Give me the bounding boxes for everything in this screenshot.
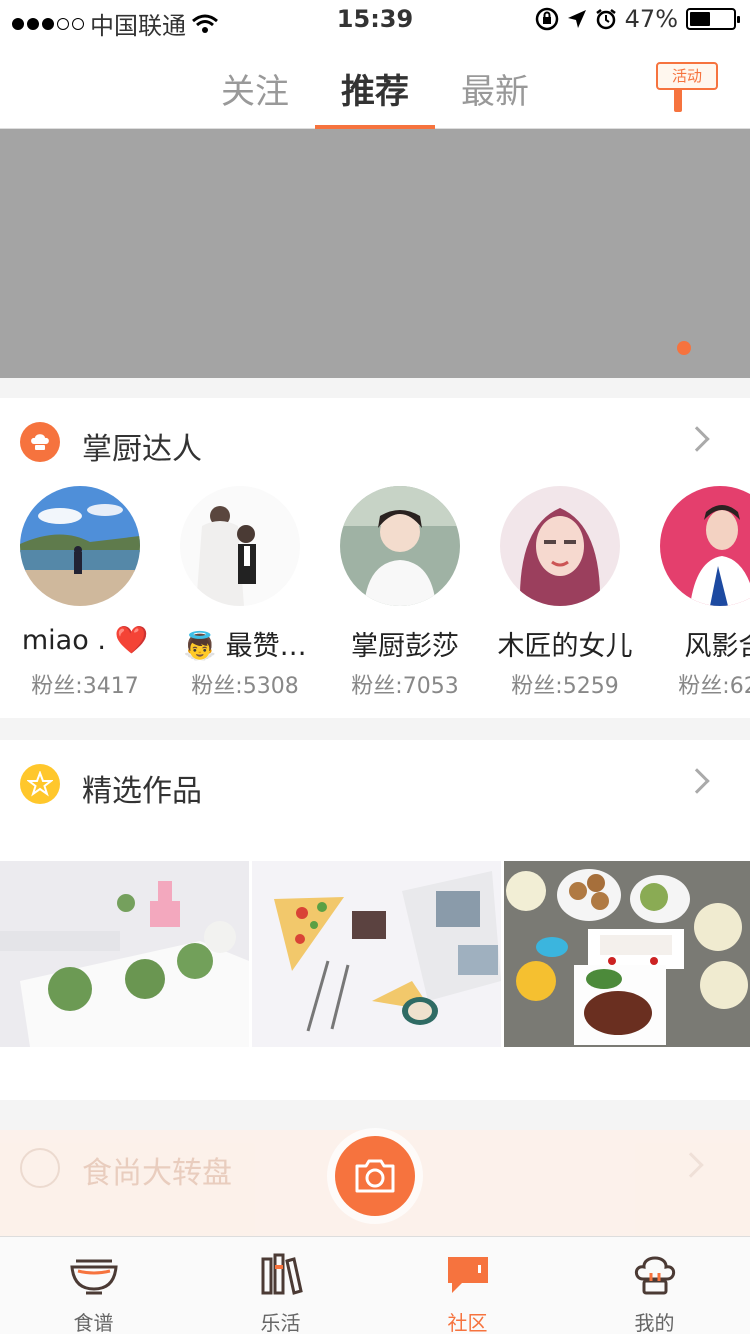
battery-percent: 47% (624, 5, 678, 33)
chevron-right-icon[interactable] (678, 1152, 704, 1178)
work-photo-steak-dinner[interactable] (504, 861, 750, 1047)
star-icon (20, 764, 60, 804)
tab-lohas[interactable]: 乐活 (187, 1237, 374, 1334)
tab-label: 食谱 (73, 1311, 114, 1334)
chef-name: 木匠的女儿 (497, 631, 633, 662)
activity-button[interactable]: 活动 (656, 58, 720, 114)
chef-name: miao . ❤️ (21, 625, 149, 656)
banner-carousel[interactable] (0, 129, 750, 378)
chefs-section-header[interactable]: 掌厨达人 (0, 398, 750, 486)
camera-icon (355, 1159, 395, 1193)
work-photo-mooncakes[interactable] (0, 861, 249, 1047)
chat-bubble-icon (448, 1257, 488, 1293)
chefs-section: 掌厨达人 miao . ❤️ 粉丝:3417 👼 最赞… 粉丝:5308 掌厨彭… (0, 398, 750, 718)
tab-recipes[interactable]: 食谱 (0, 1237, 187, 1334)
chef-fans-count: 粉丝:622 (678, 674, 750, 699)
chef-fans-count: 粉丝:3417 (31, 674, 139, 699)
books-icon (261, 1253, 303, 1295)
chef-fans-count: 粉丝:7053 (351, 674, 459, 699)
avatar[interactable] (660, 486, 750, 606)
tab-recommended[interactable]: 推荐 (315, 64, 435, 113)
chef-hat-icon (634, 1256, 676, 1295)
carousel-page-indicator (677, 341, 691, 355)
avatar[interactable] (340, 486, 460, 606)
chef-hat-icon (20, 422, 60, 462)
chef-fans-count: 粉丝:5308 (191, 674, 299, 699)
avatar[interactable] (20, 486, 140, 606)
bowl-icon (70, 1259, 118, 1295)
tab-follow[interactable]: 关注 (195, 64, 315, 113)
chef-card[interactable]: 风影含 粉丝:622 (640, 486, 750, 699)
tag-icon (20, 1148, 60, 1188)
alarm-icon (595, 9, 616, 30)
camera-button[interactable] (335, 1136, 415, 1216)
tab-community[interactable]: 社区 (374, 1237, 561, 1334)
tab-label: 社区 (447, 1311, 488, 1334)
chef-card[interactable]: 👼 最赞… 粉丝:5308 (160, 486, 310, 699)
chef-name: 风影含 (684, 631, 750, 662)
top-nav: 关注 推荐 最新 活动 (0, 40, 750, 129)
tab-mine[interactable]: 我的 (561, 1237, 748, 1334)
chef-fans-count: 粉丝:5259 (511, 674, 619, 699)
status-bar: 中国联通 15:39 47% (0, 0, 750, 40)
works-section-header[interactable]: 精选作品 (0, 740, 750, 828)
chef-card[interactable]: 掌厨彭莎 粉丝:7053 (320, 486, 470, 699)
chef-list: miao . ❤️ 粉丝:3417 👼 最赞… 粉丝:5308 掌厨彭莎 粉丝:… (0, 486, 750, 716)
work-photo-pizza[interactable] (252, 861, 501, 1047)
avatar[interactable] (500, 486, 620, 606)
rotation-lock-icon (535, 7, 558, 31)
tab-label: 乐活 (260, 1311, 301, 1334)
section-title: 食尚大转盘 (82, 1156, 232, 1191)
chef-name: 👼 最赞… (183, 631, 307, 662)
bottom-tab-bar: 食谱 乐活 社区 我的 (0, 1236, 750, 1334)
activity-label: 活动 (656, 62, 718, 90)
avatar[interactable] (180, 486, 300, 606)
tab-label: 我的 (634, 1311, 675, 1334)
chef-name: 掌厨彭莎 (351, 631, 459, 662)
chef-card[interactable]: 木匠的女儿 粉丝:5259 (480, 486, 633, 699)
chevron-right-icon[interactable] (684, 768, 710, 794)
location-arrow-icon (567, 10, 586, 28)
section-title: 精选作品 (82, 774, 202, 809)
chef-card[interactable]: miao . ❤️ 粉丝:3417 (0, 486, 150, 699)
chevron-right-icon[interactable] (684, 426, 710, 452)
section-title: 掌厨达人 (82, 432, 202, 467)
featured-works-section: 精选作品 (0, 740, 750, 1100)
battery-icon (686, 8, 740, 30)
tab-latest[interactable]: 最新 (435, 64, 555, 113)
